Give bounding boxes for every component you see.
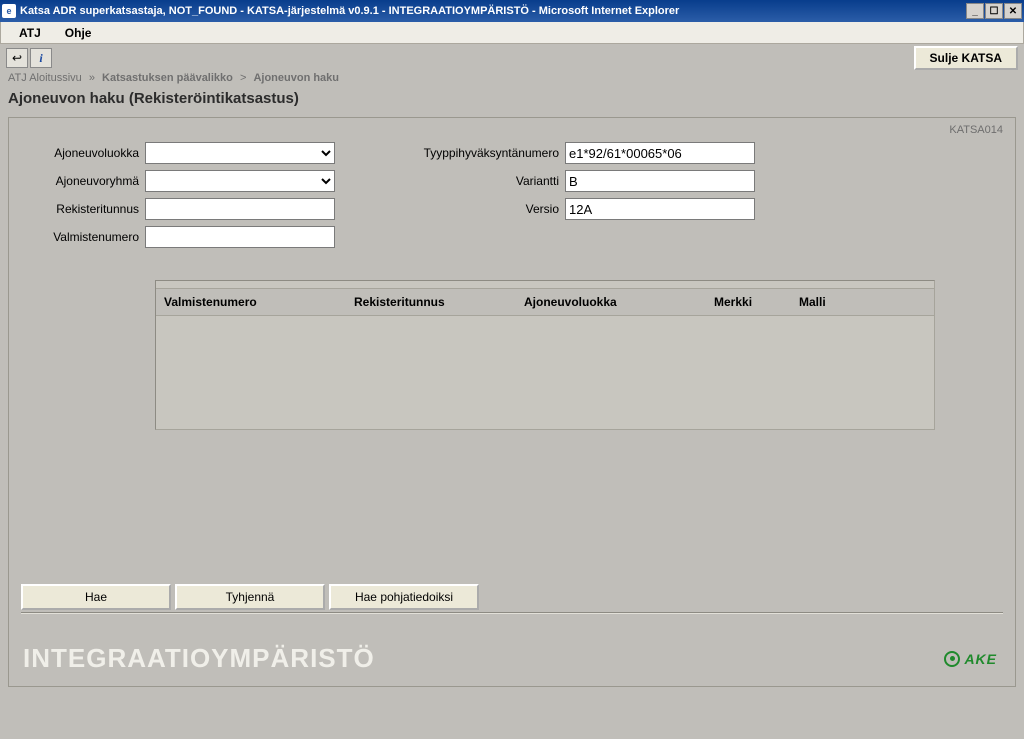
minimize-button[interactable]: _ (966, 3, 984, 19)
col-rekisteritunnus: Rekisteritunnus (354, 295, 524, 309)
action-bar: Hae Tyhjennä Hae pohjatiedoiksi (21, 578, 1003, 610)
versio-label: Versio (395, 202, 565, 216)
col-ajoneuvoluokka: Ajoneuvoluokka (524, 295, 714, 309)
versio-input[interactable] (565, 198, 755, 220)
rekisteritunnus-label: Rekisteritunnus (25, 202, 145, 216)
ajoneuvoryhma-select[interactable] (145, 170, 335, 192)
breadcrumb-item[interactable]: Katsastuksen päävalikko (102, 72, 233, 84)
maximize-button[interactable]: ☐ (985, 3, 1003, 19)
environment-label: INTEGRAATIOYMPÄRISTÖ (23, 643, 375, 674)
menubar: ATJ Ohje (0, 22, 1024, 44)
back-button[interactable]: ↩ (6, 48, 28, 68)
ajoneuvoluokka-label: Ajoneuvoluokka (25, 146, 145, 160)
form-column-right: Tyyppihyväksyntänumero Variantti Versio (395, 142, 755, 254)
results-table: Valmistenumero Rekisteritunnus Ajoneuvol… (155, 280, 935, 430)
window-buttons: _ ☐ ✕ (965, 3, 1022, 19)
breadcrumb-item[interactable]: ATJ Aloitussivu (8, 72, 82, 84)
toolbar: ↩ i Sulje KATSA (0, 44, 1024, 68)
screen-id: KATSA014 (949, 124, 1003, 136)
environment-banner: INTEGRAATIOYMPÄRISTÖ AKE (17, 637, 1007, 678)
variantti-input[interactable] (565, 170, 755, 192)
tyyppi-label: Tyyppihyväksyntänumero (395, 146, 565, 160)
breadcrumb-sep: » (85, 72, 99, 84)
app-chrome: ATJ Ohje ↩ i Sulje KATSA ATJ Aloitussivu… (0, 22, 1024, 739)
tyyppi-input[interactable] (565, 142, 755, 164)
col-valmistenumero: Valmistenumero (164, 295, 354, 309)
breadcrumb: ATJ Aloitussivu » Katsastuksen päävalikk… (0, 68, 1024, 86)
breadcrumb-item: Ajoneuvon haku (253, 72, 339, 84)
hae-button[interactable]: Hae (21, 584, 171, 610)
info-button[interactable]: i (30, 48, 52, 68)
menu-atj[interactable]: ATJ (7, 24, 53, 42)
page-title: Ajoneuvon haku (Rekisteröintikatsastus) (0, 86, 1024, 117)
results-top-rule (156, 281, 934, 289)
search-panel: KATSA014 Ajoneuvoluokka Ajoneuvoryhmä Re… (8, 117, 1016, 687)
ajoneuvoluokka-select[interactable] (145, 142, 335, 164)
window-titlebar: e Katsa ADR superkatsastaja, NOT_FOUND -… (0, 0, 1024, 22)
variantti-label: Variantti (395, 174, 565, 188)
col-merkki: Merkki (714, 295, 799, 309)
ie-favicon: e (2, 4, 16, 18)
results-header-row: Valmistenumero Rekisteritunnus Ajoneuvol… (156, 289, 934, 316)
rekisteritunnus-input[interactable] (145, 198, 335, 220)
col-malli: Malli (799, 295, 884, 309)
close-window-button[interactable]: ✕ (1004, 3, 1022, 19)
window-title: Katsa ADR superkatsastaja, NOT_FOUND - K… (20, 5, 965, 17)
ake-logo-icon (944, 651, 960, 667)
ake-brand: AKE (944, 651, 997, 667)
info-icon: i (39, 51, 42, 66)
breadcrumb-sep: > (236, 72, 250, 84)
form-column-left: Ajoneuvoluokka Ajoneuvoryhmä Rekisteritu… (25, 142, 335, 254)
back-arrow-icon: ↩ (12, 51, 22, 65)
hae-pohjatiedoiksi-button[interactable]: Hae pohjatiedoiksi (329, 584, 479, 610)
close-katsa-button[interactable]: Sulje KATSA (914, 46, 1018, 70)
panel-separator (21, 612, 1003, 614)
menu-ohje[interactable]: Ohje (53, 24, 104, 42)
ake-brand-text: AKE (964, 651, 997, 667)
tyhjenna-button[interactable]: Tyhjennä (175, 584, 325, 610)
valmistenumero-label: Valmistenumero (25, 230, 145, 244)
valmistenumero-input[interactable] (145, 226, 335, 248)
ajoneuvoryhma-label: Ajoneuvoryhmä (25, 174, 145, 188)
form-area: Ajoneuvoluokka Ajoneuvoryhmä Rekisteritu… (25, 130, 999, 254)
